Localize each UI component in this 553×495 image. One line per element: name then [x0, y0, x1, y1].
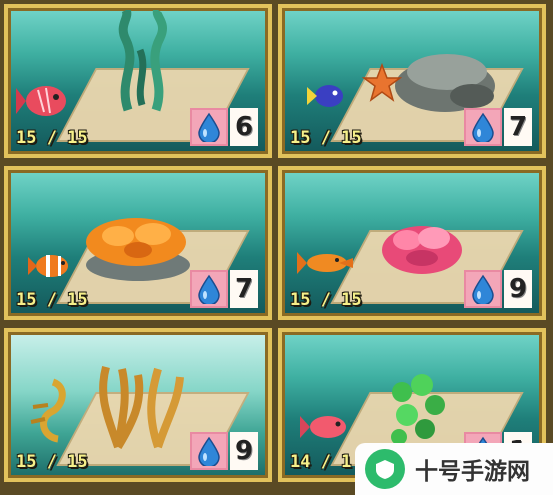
rock-sprite	[395, 54, 495, 112]
item-count: 15 / 15	[16, 452, 88, 472]
shield-icon	[365, 449, 405, 489]
water-drop-icon	[464, 270, 502, 308]
shop-item-card-orange-coral[interactable]: 15 / 15 7	[4, 166, 272, 320]
pink-fish-sprite	[300, 416, 346, 438]
green-coral-sprite	[391, 374, 445, 445]
item-cost: 9	[504, 270, 532, 308]
item-cost: 6	[230, 108, 258, 146]
watermark-brand: 十号手游网	[415, 459, 530, 485]
item-count: 15 / 15	[16, 128, 88, 148]
blue-fish-sprite	[307, 85, 343, 107]
seaweed-sprite	[118, 10, 167, 112]
water-drop-icon	[464, 108, 502, 146]
pink-coral-sprite	[382, 226, 462, 274]
orange-fish-sprite	[297, 252, 353, 274]
water-drop-icon	[190, 270, 228, 308]
watermark-logo: 十号手游网	[355, 443, 553, 495]
shop-item-card-yellow-coral[interactable]: 15 / 15 9	[4, 328, 272, 482]
item-count: 14 / 1	[290, 452, 352, 472]
orange-coral-sprite	[86, 218, 190, 281]
item-count: 15 / 15	[290, 128, 362, 148]
shop-item-card-pink-coral[interactable]: 15 / 15 9	[278, 166, 546, 320]
item-cost: 9	[230, 432, 258, 470]
item-count: 15 / 15	[290, 290, 362, 310]
starfish-sprite	[362, 63, 402, 102]
shop-item-card-seaweed[interactable]: 15 / 15 6	[4, 4, 272, 158]
clownfish-sprite	[28, 255, 68, 277]
item-cost: 7	[230, 270, 258, 308]
red-fish-sprite	[16, 86, 66, 116]
water-drop-icon	[190, 108, 228, 146]
decoration-shop-grid: 15 / 15 6 15 / 15 7 15 / 15 7 15 / 15 9 …	[0, 0, 553, 495]
shop-item-card-rock-starfish[interactable]: 15 / 15 7	[278, 4, 546, 158]
water-drop-icon	[190, 432, 228, 470]
seahorse-sprite	[30, 378, 66, 443]
item-count: 15 / 15	[16, 290, 88, 310]
item-cost: 7	[504, 108, 532, 146]
yellow-sea-fan-sprite	[99, 365, 184, 450]
